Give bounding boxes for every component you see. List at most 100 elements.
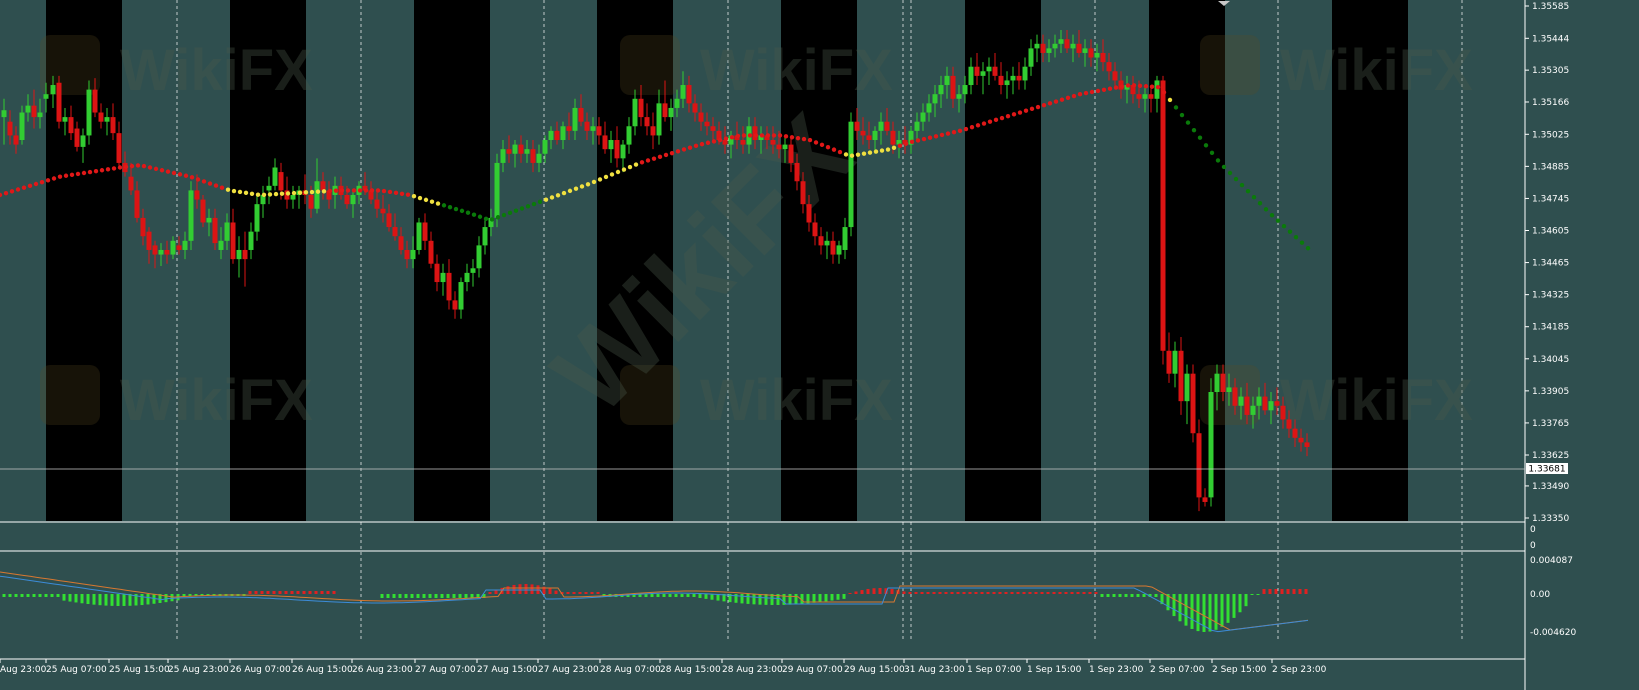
bull-candle[interactable] [1052,43,1058,49]
bear-candle[interactable] [320,181,326,191]
bear-candle[interactable] [662,103,668,118]
bear-candle[interactable] [422,222,428,241]
bull-candle[interactable] [1034,43,1040,49]
bear-candle[interactable] [770,140,776,145]
bull-candle[interactable] [25,105,31,113]
bear-candle[interactable] [374,199,380,209]
bear-candle[interactable] [1136,94,1142,99]
bull-candle[interactable] [458,282,464,310]
bear-candle[interactable] [776,144,782,150]
bull-candle[interactable] [290,194,296,200]
bull-candle[interactable] [50,85,56,95]
bear-candle[interactable] [1112,71,1118,81]
bear-candle[interactable] [1160,80,1166,351]
bear-candle[interactable] [812,222,818,237]
bear-candle[interactable] [128,176,134,191]
bear-candle[interactable] [860,130,866,136]
bull-candle[interactable] [848,121,854,228]
bull-candle[interactable] [608,140,614,150]
bull-candle[interactable] [1184,373,1190,402]
bull-candle[interactable] [470,268,476,273]
bear-candle[interactable] [1232,387,1238,406]
bull-candle[interactable] [188,190,194,241]
bear-candle[interactable] [386,213,392,228]
bear-candle[interactable] [68,117,74,134]
bull-candle[interactable] [512,144,518,154]
bull-candle[interactable] [980,71,986,76]
bull-candle[interactable] [1208,392,1214,498]
bull-candle[interactable] [314,181,320,209]
bull-candle[interactable] [37,112,43,118]
bear-candle[interactable] [110,117,116,134]
bull-candle[interactable] [1028,48,1034,67]
bear-candle[interactable] [890,130,896,145]
bear-candle[interactable] [644,117,650,127]
bear-candle[interactable] [308,194,314,209]
bull-candle[interactable] [680,85,686,99]
bear-candle[interactable] [992,66,998,76]
bull-candle[interactable] [350,194,356,205]
bear-candle[interactable] [1106,62,1112,72]
bear-candle[interactable] [818,236,824,246]
bull-candle[interactable] [1070,43,1076,49]
bear-candle[interactable] [152,245,158,255]
bear-candle[interactable] [398,236,404,250]
bull-candle[interactable] [626,126,632,145]
bear-candle[interactable] [392,227,398,237]
bull-candle[interactable] [182,240,188,250]
price-axis[interactable]: 1.35585 1.35444 1.35305 1.35166 1.35025 1.348… [1525,2,1569,524]
bull-candle[interactable] [1004,80,1010,86]
bear-candle[interactable] [1298,437,1304,443]
bull-candle[interactable] [170,240,176,255]
bull-candle[interactable] [932,94,938,104]
bull-candle[interactable] [410,249,416,260]
bear-candle[interactable] [530,149,536,163]
bull-candle[interactable] [1154,80,1160,99]
bull-candle[interactable] [914,121,920,131]
bull-candle[interactable] [464,272,470,283]
bear-candle[interactable] [56,82,62,122]
bull-candle[interactable] [548,130,554,141]
bear-candle[interactable] [596,126,602,136]
bear-candle[interactable] [176,245,182,250]
bull-candle[interactable] [1058,39,1064,44]
bull-candle[interactable] [476,245,482,269]
time-axis[interactable]: Aug 23:00 25 Aug 07:00 25 Aug 15:0025 Aug … [0,659,1327,675]
bear-candle[interactable] [584,121,590,131]
bear-candle[interactable] [830,240,836,255]
bear-candle[interactable] [800,181,806,205]
bear-candle[interactable] [1262,396,1268,411]
bear-candle[interactable] [140,217,146,237]
bull-candle[interactable] [86,89,92,136]
bear-candle[interactable] [404,249,410,260]
bull-candle[interactable] [494,162,500,218]
bull-candle[interactable] [158,249,164,255]
bear-candle[interactable] [1190,373,1196,434]
bull-candle[interactable] [224,222,230,241]
bear-candle[interactable] [1304,442,1310,447]
bear-candle[interactable] [1178,350,1184,402]
bear-candle[interactable] [794,162,800,182]
bull-candle[interactable] [926,103,932,113]
bear-candle[interactable] [1220,373,1226,393]
bull-candle[interactable] [416,222,422,250]
bear-candle[interactable] [434,263,440,283]
bull-candle[interactable] [620,144,626,159]
bear-candle[interactable] [1166,350,1172,374]
bear-candle[interactable] [1286,419,1292,429]
bull-candle[interactable] [674,98,680,108]
bear-candle[interactable] [428,240,434,264]
bear-candle[interactable] [146,231,152,250]
bull-candle[interactable] [206,217,212,223]
bull-candle[interactable] [236,249,242,260]
bull-candle[interactable] [80,135,86,147]
bull-candle[interactable] [500,149,506,163]
bear-candle[interactable] [194,190,200,200]
bear-candle[interactable] [614,140,620,159]
bear-candle[interactable] [554,130,560,141]
bear-candle[interactable] [1016,75,1022,81]
bull-candle[interactable] [536,153,542,163]
bull-candle[interactable] [878,121,884,131]
bull-candle[interactable] [1250,405,1256,415]
bull-candle[interactable] [1256,396,1262,406]
